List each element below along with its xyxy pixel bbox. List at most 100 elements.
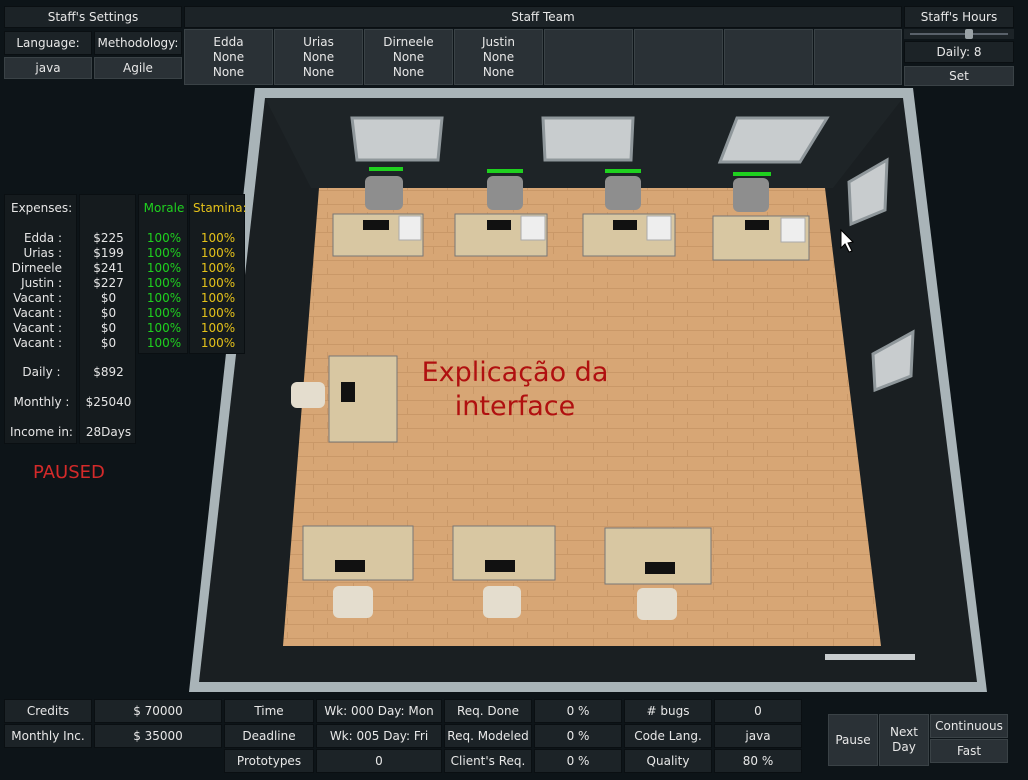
fast-button[interactable]: Fast — [930, 739, 1008, 763]
stamina-header: Stamina: — [193, 201, 247, 215]
expense-row-name: Vacant : — [13, 306, 62, 320]
monitor — [487, 220, 511, 230]
worker-figure — [487, 176, 523, 210]
expenses-costs: $225 $199 $241 $227 $0 $0 $0 $0 — [80, 231, 137, 350]
expense-row-stamina: 100% — [200, 246, 236, 260]
staff-slot-7[interactable] — [724, 29, 813, 85]
deadline-label: Deadline — [224, 724, 314, 748]
next-day-button[interactable]: Next Day — [879, 714, 929, 766]
staff-slot-8[interactable] — [814, 29, 902, 85]
monitor — [613, 220, 637, 230]
staff-role: None — [302, 49, 335, 64]
office-chair — [291, 382, 325, 408]
monitor — [745, 220, 769, 230]
pause-button[interactable]: Pause — [828, 714, 878, 766]
expense-row-stamina: 100% — [200, 321, 236, 335]
prototypes-label: Prototypes — [224, 749, 314, 773]
staff-task: None — [302, 64, 335, 79]
window-2 — [541, 116, 635, 162]
clients-req-value: 0 % — [534, 749, 622, 773]
staff-name: Edda — [213, 34, 244, 49]
expense-row-stamina: 100% — [200, 261, 236, 275]
req-modeled-value: 0 % — [534, 724, 622, 748]
expense-row-cost: $225 — [93, 231, 124, 245]
monthly-label: Monthly : — [13, 395, 70, 409]
expenses-title: Expenses: — [11, 201, 73, 215]
monitor — [341, 382, 355, 402]
daily-hours-label: Daily: 8 — [904, 41, 1014, 63]
expense-row-stamina: 100% — [200, 291, 236, 305]
monthly-inc-value: $ 35000 — [94, 724, 222, 748]
req-modeled-label: Req. Modeled — [444, 724, 532, 748]
office-chair — [333, 586, 373, 618]
expense-row-stamina: 100% — [200, 336, 236, 350]
desk — [604, 527, 712, 585]
staff-slot-4[interactable]: Justin None None — [454, 29, 543, 85]
quality-label: Quality — [624, 749, 712, 773]
monthly-value: $25040 — [85, 395, 132, 409]
next-day-line-2: Day — [892, 740, 916, 754]
continuous-button[interactable]: Continuous — [930, 714, 1008, 738]
caption-line: interface — [454, 391, 576, 422]
expense-row-cost: $0 — [100, 336, 117, 350]
morale-bar — [605, 169, 641, 173]
language-select[interactable]: java — [4, 57, 92, 79]
hours-slider-thumb[interactable] — [964, 29, 973, 39]
staff-role: None — [392, 49, 425, 64]
set-hours-button[interactable]: Set — [904, 66, 1014, 86]
monitor — [335, 560, 365, 572]
expense-row-name: Vacant : — [13, 336, 62, 350]
expense-row-cost: $0 — [100, 291, 117, 305]
time-label: Time — [224, 699, 314, 723]
overlay-caption: Explicação da interface — [420, 356, 610, 424]
expense-row-name: Urias : — [23, 246, 62, 260]
stamina-column: Stamina: 100% 100% 100% 100% 100% 100% 100% 100… — [189, 194, 247, 354]
expense-row-name: Dirneele : — [11, 261, 62, 290]
expense-row-morale: 100% — [146, 291, 182, 305]
expense-row-name: Vacant : — [13, 321, 62, 335]
expenses-cost-column: $225 $199 $241 $227 $0 $0 $0 $0 $892 $25040 28D… — [79, 194, 136, 444]
expense-row-cost: $0 — [100, 321, 117, 335]
office-chair — [483, 586, 521, 618]
expense-row-morale: 100% — [146, 261, 182, 275]
expense-row-cost: $227 — [93, 276, 124, 290]
daily-value: $892 — [93, 365, 124, 379]
clients-req-label: Client's Req. — [444, 749, 532, 773]
caption-line: Explicação da — [421, 357, 609, 388]
worker-figure — [733, 178, 769, 212]
staff-name: Dirneele — [383, 34, 434, 49]
staff-slot-2[interactable]: Urias None None — [274, 29, 363, 85]
expenses-name-column: Expenses: Edda : Urias : Dirneele : Justin … — [4, 194, 77, 444]
worker-figure — [365, 176, 403, 210]
nameplate — [780, 217, 806, 243]
expenses-names: Edda : Urias : Dirneele : Justin : Vacant :V… — [5, 231, 78, 350]
expense-row-morale: 100% — [146, 306, 182, 320]
morale-values: 100% 100% 100% 100% 100% 100% 100% 100% — [139, 231, 189, 350]
hours-slider[interactable] — [904, 29, 1014, 39]
staff-slot-3[interactable]: Dirneele None None — [364, 29, 453, 85]
expense-row-stamina: 100% — [200, 276, 236, 290]
door[interactable] — [825, 654, 915, 660]
staff-slot-6[interactable] — [634, 29, 723, 85]
income-in-label: Income in: — [10, 425, 73, 439]
next-day-line-1: Next — [890, 725, 918, 739]
morale-header: Morale — [143, 201, 185, 215]
staff-slot-1[interactable]: Edda None None — [184, 29, 273, 85]
monitor — [645, 562, 675, 574]
expense-row-name: Edda : — [23, 231, 62, 245]
morale-bar — [487, 169, 523, 173]
paused-status: PAUSED — [33, 462, 105, 483]
expense-row-cost: $0 — [100, 306, 117, 320]
language-label: Language: — [4, 31, 92, 55]
morale-bar — [369, 167, 403, 171]
expense-row-stamina: 100% — [200, 231, 236, 245]
credits-label: Credits — [4, 699, 92, 723]
expense-row-morale: 100% — [146, 336, 182, 350]
req-done-value: 0 % — [534, 699, 622, 723]
expense-row-morale: 100% — [146, 231, 182, 245]
staff-slot-5[interactable] — [544, 29, 633, 85]
office-chair — [637, 588, 677, 620]
expense-row-cost: $241 — [93, 261, 124, 275]
methodology-select[interactable]: Agile — [94, 57, 182, 79]
staff-team-title: Staff Team — [184, 6, 902, 28]
